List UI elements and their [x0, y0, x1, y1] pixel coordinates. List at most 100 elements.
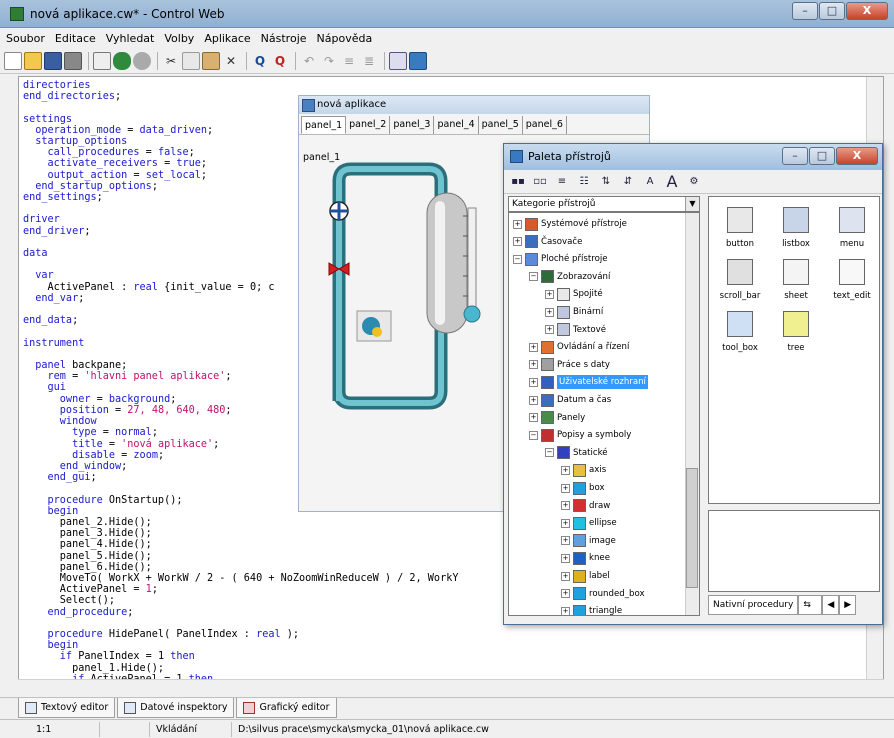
tab-text-editor[interactable]: Textový editor	[18, 698, 116, 718]
copy-icon[interactable]	[182, 51, 200, 70]
instrument-list[interactable]: button listbox menu scroll_bar sheet text_edi…	[708, 196, 880, 504]
new-file-icon[interactable]	[4, 51, 22, 70]
menu-aplikace[interactable]: Aplikace	[204, 32, 250, 45]
outdent-icon[interactable]: ≣	[360, 52, 378, 70]
tree-scrollbar[interactable]	[685, 213, 699, 615]
collapse-icon[interactable]: −	[529, 272, 538, 282]
menu-nastroje[interactable]: Nástroje	[261, 32, 307, 45]
tree-item[interactable]: + Uživatelské rozhraní	[529, 375, 648, 390]
font-icon[interactable]: A	[662, 172, 682, 191]
expand-icon[interactable]: +	[561, 589, 570, 599]
code-line[interactable]: Select();	[23, 595, 458, 606]
paste-icon[interactable]	[202, 51, 220, 70]
view-small-icon[interactable]: ▫▫	[530, 173, 550, 191]
tab-panel-1[interactable]: panel_1	[301, 116, 347, 134]
instrument-sheet[interactable]: sheet	[771, 259, 821, 301]
close-button[interactable]: X	[846, 2, 888, 20]
status-lamp-icon[interactable]	[356, 310, 392, 342]
tab-panel-4[interactable]: panel_4	[434, 116, 479, 134]
expand-icon[interactable]: +	[545, 325, 554, 335]
delete-icon[interactable]: ✕	[222, 52, 240, 70]
cut-icon[interactable]: ✂	[162, 52, 180, 70]
compile-icon[interactable]	[113, 51, 131, 70]
palette-minimize-button[interactable]: –	[782, 147, 808, 165]
tree-item[interactable]: + box	[561, 481, 605, 495]
tree-item[interactable]: + Ovládání a řízení	[529, 340, 629, 354]
undo-icon[interactable]: ↶	[300, 52, 318, 70]
search-icon[interactable]: Q	[251, 52, 269, 70]
instrument-listbox[interactable]: listbox	[771, 207, 821, 249]
code-line[interactable]: panel_6.Hide();	[23, 562, 458, 573]
expand-icon[interactable]: +	[545, 307, 554, 317]
view-details-icon[interactable]: ☷	[574, 173, 594, 191]
palette-close-button[interactable]: X	[836, 147, 878, 165]
instrument-text-edit[interactable]: text_edit	[827, 259, 877, 301]
pipe-loop[interactable]	[332, 162, 448, 410]
tree-item[interactable]: + Práce s daty	[529, 358, 610, 372]
code-line[interactable]: MoveTo( WorkX + WorkW / 2 - ( 640 + NoZo…	[23, 573, 459, 584]
instrument-scroll-bar[interactable]: scroll_bar	[715, 259, 765, 301]
tree-item[interactable]: + Panely	[529, 411, 585, 425]
thermometer[interactable]	[459, 206, 483, 326]
instrument-menu[interactable]: menu	[827, 207, 877, 249]
chevron-down-icon[interactable]: ▼	[685, 197, 699, 211]
code-line[interactable]: procedure HidePanel( PanelIndex : real )…	[23, 629, 458, 640]
code-line[interactable]: ActivePanel = 1;	[23, 584, 458, 595]
code-line[interactable]: directories	[23, 80, 458, 91]
code-line[interactable]: panel_3.Hide();	[23, 528, 458, 539]
tree-item[interactable]: + knee	[561, 551, 610, 565]
collapse-icon[interactable]: −	[545, 448, 554, 458]
expand-icon[interactable]: +	[529, 395, 538, 405]
code-line[interactable]: end_procedure;	[23, 607, 458, 618]
expand-icon[interactable]: +	[561, 501, 570, 511]
tree-item[interactable]: − Popisy a symboly	[529, 428, 631, 442]
tree-item[interactable]: + triangle	[561, 604, 622, 615]
tree-item[interactable]: + label	[561, 569, 610, 583]
open-folder-icon[interactable]	[24, 51, 42, 70]
tab-data-inspectors[interactable]: Datové inspektory	[117, 698, 235, 718]
instrument-tool-box[interactable]: tool_box	[715, 311, 765, 353]
expand-icon[interactable]: +	[529, 360, 538, 370]
maximize-button[interactable]: □	[819, 2, 845, 20]
tree-item[interactable]: + image	[561, 534, 616, 548]
pump-icon[interactable]	[329, 201, 349, 221]
tab-panel-3[interactable]: panel_3	[390, 116, 435, 134]
menu-volby[interactable]: Volby	[164, 32, 194, 45]
expand-icon[interactable]: +	[561, 553, 570, 563]
tree-item[interactable]: + Spojité	[545, 287, 603, 301]
indent-icon[interactable]: ≡	[340, 52, 358, 70]
tree-item[interactable]: + ellipse	[561, 516, 617, 530]
settings-icon[interactable]: ⚙	[684, 173, 704, 191]
tree-item[interactable]: − Ploché přístroje	[513, 252, 608, 266]
tree-item[interactable]: + Datum a čas	[529, 393, 611, 407]
expand-icon[interactable]: +	[561, 483, 570, 493]
code-line[interactable]	[23, 618, 458, 629]
expand-icon[interactable]: +	[513, 237, 522, 247]
run-icon[interactable]	[133, 51, 151, 70]
document-icon[interactable]	[93, 51, 111, 70]
code-line[interactable]: panel_2.Hide();	[23, 517, 458, 528]
menu-napoveda[interactable]: Nápověda	[317, 32, 373, 45]
tree-item[interactable]: + Binární	[545, 305, 603, 319]
tab-scroll-right-icon[interactable]: ▶	[839, 595, 857, 615]
instrument-tree[interactable]: tree	[771, 311, 821, 353]
expand-icon[interactable]: +	[561, 571, 570, 581]
windows-icon[interactable]	[389, 51, 407, 70]
tree-scroll-thumb[interactable]	[686, 468, 698, 588]
menu-vyhledat[interactable]: Vyhledat	[106, 32, 155, 45]
tab-panel-5[interactable]: panel_5	[478, 116, 523, 134]
replace-icon[interactable]: Q	[271, 52, 289, 70]
expand-icon[interactable]: +	[561, 536, 570, 546]
expand-icon[interactable]: +	[561, 465, 570, 475]
minimize-button[interactable]: –	[792, 2, 818, 20]
expand-icon[interactable]: +	[545, 289, 554, 299]
code-line[interactable]: panel_5.Hide();	[23, 551, 458, 562]
category-select[interactable]: Kategorie přístrojů ▼	[508, 196, 700, 212]
tree-item[interactable]: + Systémové přístroje	[513, 217, 627, 231]
expand-icon[interactable]: +	[561, 518, 570, 528]
print-icon[interactable]	[64, 51, 82, 70]
palette-icon[interactable]	[409, 51, 427, 70]
tree-item[interactable]: − Statické	[545, 446, 608, 460]
tree-item[interactable]: + draw	[561, 499, 610, 513]
tree-item[interactable]: − Zobrazování	[529, 270, 610, 284]
